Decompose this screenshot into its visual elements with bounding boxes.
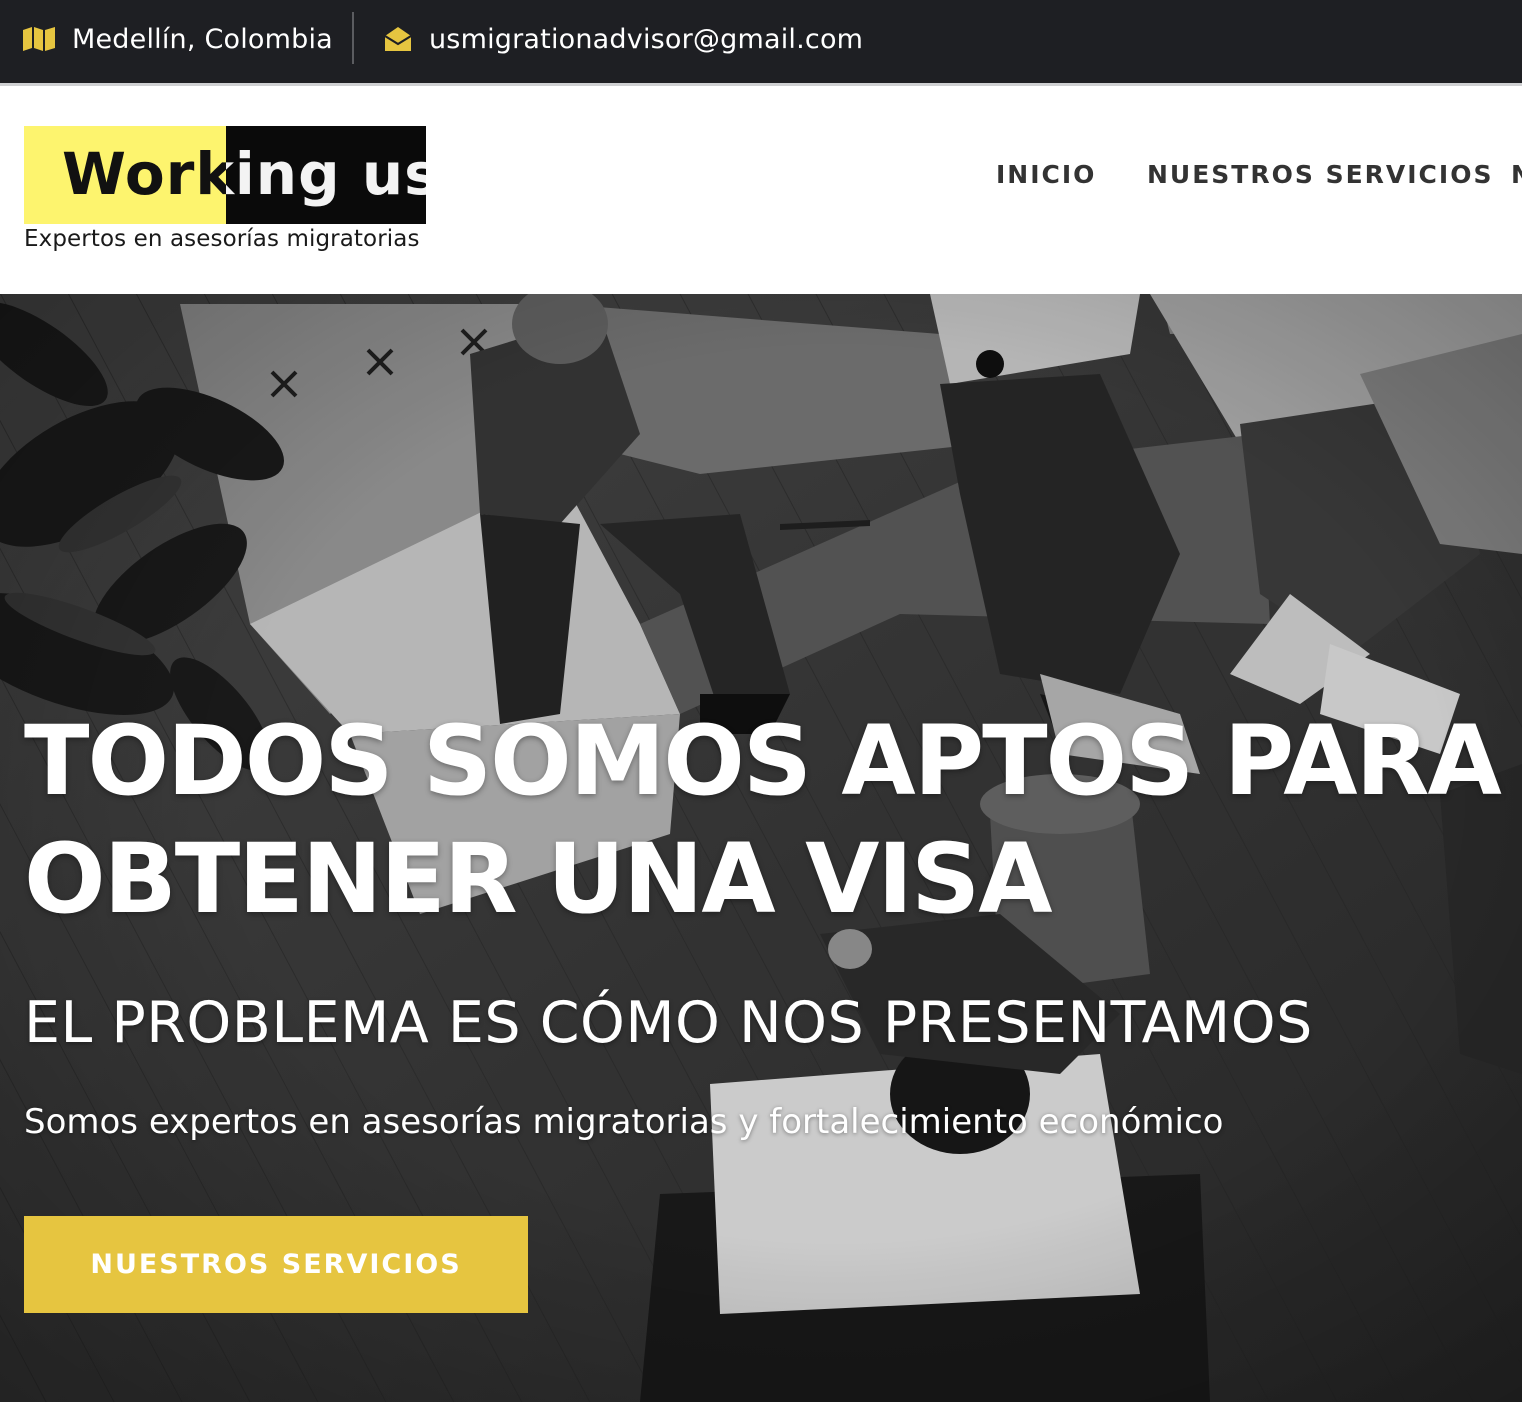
- map-icon: [22, 26, 56, 52]
- nav-item-nuestros-servicios[interactable]: NUESTROS SERVICIOS: [1147, 160, 1493, 189]
- email-item[interactable]: usmigrationadvisor@gmail.com: [383, 0, 863, 78]
- email-text[interactable]: usmigrationadvisor@gmail.com: [429, 24, 863, 55]
- logo[interactable]: Working us Working us: [24, 126, 426, 224]
- hero-description: Somos expertos en asesorías migratorias …: [24, 1102, 1224, 1142]
- logo-text-inverse: Working us: [226, 140, 426, 208]
- services-cta-button[interactable]: NUESTROS SERVICIOS: [24, 1216, 528, 1313]
- top-bar: Medellín, Colombia usmigrationadvisor@gm…: [0, 0, 1522, 86]
- hero-section: TODOS SOMOS APTOS PARA OBTENER UNA VISA …: [0, 294, 1522, 1402]
- location-text: Medellín, Colombia: [72, 23, 333, 55]
- logo-tagline: Expertos en asesorías migratorias: [24, 226, 420, 252]
- hero-subtitle: EL PROBLEMA ES CÓMO NOS PRESENTAMOS: [24, 990, 1313, 1056]
- envelope-open-icon: [383, 25, 413, 53]
- logo-text: Working us: [62, 140, 226, 208]
- hero-title: TODOS SOMOS APTOS PARA OBTENER UNA VISA: [24, 705, 1502, 935]
- site-header: Working us Working us Expertos en asesor…: [0, 86, 1522, 294]
- location-item[interactable]: Medellín, Colombia: [22, 0, 333, 78]
- nav-item-next[interactable]: N: [1511, 160, 1522, 189]
- nav-item-inicio[interactable]: INICIO: [996, 160, 1096, 189]
- topbar-divider: [352, 12, 354, 64]
